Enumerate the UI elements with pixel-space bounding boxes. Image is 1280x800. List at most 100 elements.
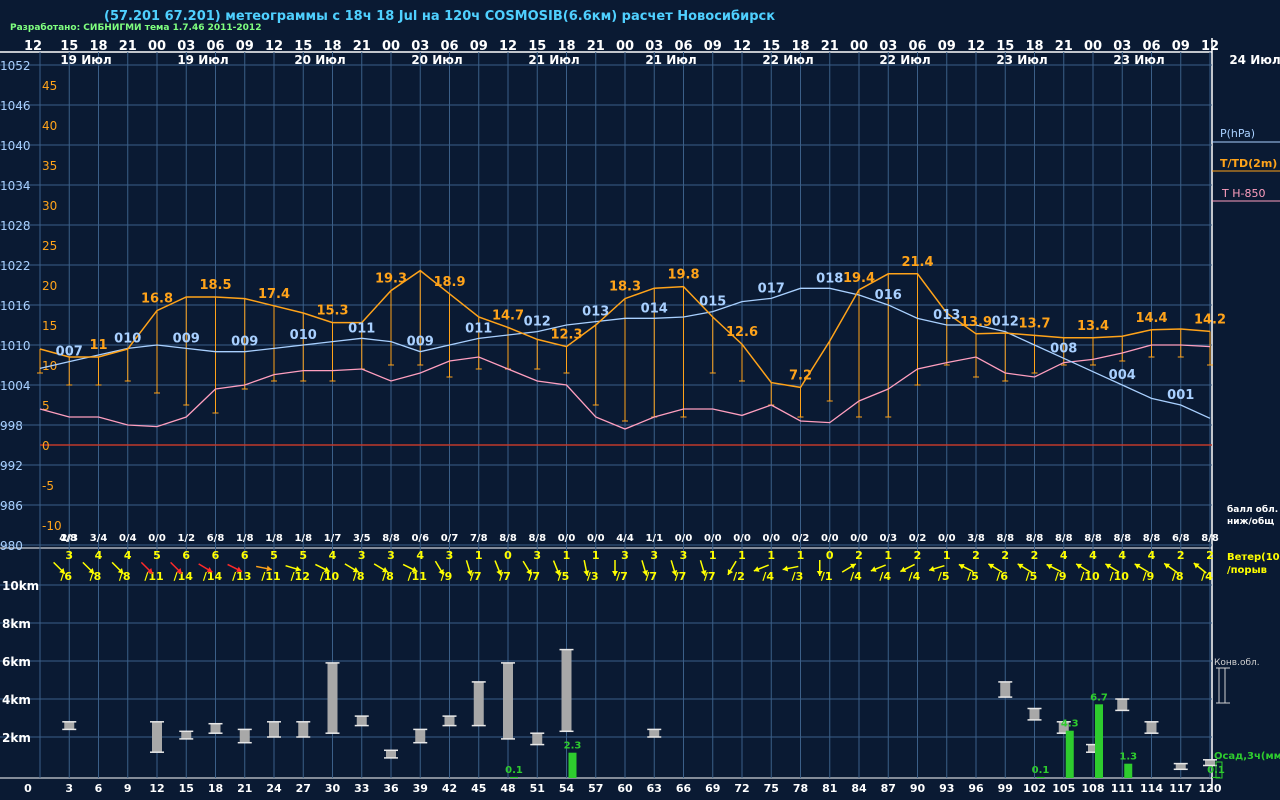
- top-hour-label: 06: [206, 39, 224, 54]
- legend-cloud-cover: балл обл.: [1227, 504, 1278, 515]
- cloud-layer-bar: [415, 729, 426, 743]
- height-tick-label: 4km: [2, 693, 31, 707]
- cloud-cover-value: 0/6: [411, 533, 429, 544]
- wind-speed-label: 3: [358, 549, 366, 562]
- top-hour-label: 15: [996, 39, 1014, 54]
- top-hour-label: 15: [762, 39, 780, 54]
- top-hour-label: 00: [148, 39, 166, 54]
- bottom-hour-label: 90: [910, 782, 926, 795]
- cloud-cover-value: 0/3: [879, 533, 897, 544]
- wind-speed-label: 4: [416, 549, 424, 562]
- meteogram-svg: (57.201 67.201) метеограммы с 18ч 18 Jul…: [0, 0, 1280, 800]
- bottom-hour-label: 99: [998, 782, 1013, 795]
- cloud-cover-value: 8/8: [499, 533, 517, 544]
- cloud-cover-value: 0/2: [792, 533, 810, 544]
- temperature-value-label: 12.6: [726, 325, 758, 340]
- wind-gust-label: /4: [1201, 570, 1213, 583]
- temperature-value-label: 13.9: [960, 315, 992, 330]
- wind-speed-label: 2: [855, 549, 863, 562]
- legend-t850: T H-850: [1221, 187, 1265, 200]
- pressure-value-label: 012: [524, 315, 551, 330]
- bottom-hour-label: 69: [705, 782, 720, 795]
- pressure-tick-label: 980: [0, 539, 23, 553]
- temperature-value-label: 18.9: [433, 275, 465, 290]
- temp-tick-label: -10: [42, 519, 62, 533]
- wind-speed-label: 0: [504, 549, 512, 562]
- cloud-layer-bar: [210, 723, 221, 734]
- cloud-cover-value: 0/4: [119, 533, 137, 544]
- top-hour-label: 21: [821, 39, 839, 54]
- wind-speed-label: 2: [1031, 549, 1039, 562]
- bottom-hour-label: 51: [530, 782, 545, 795]
- cloud-layer-bar: [152, 721, 162, 753]
- cloud-cover-value: 1/8: [236, 533, 254, 544]
- bottom-hour-label: 96: [968, 782, 984, 795]
- wind-speed-label: 3: [650, 549, 658, 562]
- bottom-hour-label: 75: [764, 782, 779, 795]
- legend-cloud-cover: ниж/общ: [1227, 516, 1274, 527]
- bottom-hour-label: 93: [939, 782, 954, 795]
- legend-precip: Осад,3ч(мм): [1214, 751, 1280, 762]
- wind-gust-label: /13: [232, 570, 251, 583]
- temperature-value-label: 15.3: [316, 304, 348, 319]
- cloud-cover-value: 0/0: [762, 533, 780, 544]
- wind-gust-label: /4: [879, 570, 891, 583]
- temp-tick-label: 40: [42, 119, 57, 133]
- cloud-cover-value: 0/0: [821, 533, 839, 544]
- precip-value-label: 6.7: [1090, 692, 1108, 703]
- wind-speed-label: 4: [1118, 549, 1126, 562]
- bottom-hour-label: 18: [208, 782, 223, 795]
- cloud-layer-bar: [1029, 708, 1040, 720]
- cloud-layer-bar: [298, 721, 309, 737]
- cloud-cover-value: 6/8: [207, 533, 225, 544]
- pressure-tick-label: 1010: [0, 339, 31, 353]
- cloud-cover-value: 1/1: [645, 533, 663, 544]
- wind-gust-label: /6: [996, 570, 1008, 583]
- temp-tick-label: 0: [42, 439, 50, 453]
- cloud-cover-value: 1/8: [294, 533, 312, 544]
- legend-convective: Конв.обл.: [1214, 658, 1260, 668]
- temperature-value-label: 18.3: [609, 280, 641, 295]
- bottom-hour-label: 66: [676, 782, 692, 795]
- top-hour-label: 06: [674, 39, 692, 54]
- top-hour-label: 18: [557, 39, 575, 54]
- date-label: 22 Июл: [879, 53, 930, 67]
- cloud-cover-value: 4/4: [616, 533, 634, 544]
- bottom-hour-label: 36: [383, 782, 399, 795]
- cloud-cover-value: 8/8: [1113, 533, 1131, 544]
- top-hour-label: 21: [587, 39, 605, 54]
- bottom-hour-label: 63: [647, 782, 662, 795]
- date-label: 20 Июл: [411, 53, 462, 67]
- bottom-hour-label: 3: [65, 782, 73, 795]
- top-hour-label: 12: [265, 39, 283, 54]
- cloud-cover-value: 8/8: [1055, 533, 1073, 544]
- wind-speed-label: 6: [241, 549, 249, 562]
- wind-gust-label: /11: [261, 570, 280, 583]
- cloud-cover-value: 3/5: [353, 533, 371, 544]
- bottom-hour-label: 21: [237, 782, 252, 795]
- pressure-tick-label: 998: [0, 419, 23, 433]
- pressure-value-label: 011: [465, 321, 492, 336]
- cloud-cover-value: 0/0: [675, 533, 693, 544]
- bottom-hour-label: 81: [822, 782, 837, 795]
- wind-speed-label: 3: [65, 549, 73, 562]
- temperature-value-label: 18.5: [199, 278, 231, 293]
- bottom-hour-label: 54: [559, 782, 575, 795]
- temperature-value-label: 14.7: [492, 308, 524, 323]
- bottom-hour-label: 12: [149, 782, 164, 795]
- top-hour-label: 00: [616, 39, 634, 54]
- temperature-value-label: 19.4: [843, 271, 875, 286]
- cloud-cover-value: 0/2: [909, 533, 927, 544]
- legend-wind: /порыв: [1227, 565, 1267, 576]
- cloud-layer-bar: [181, 731, 192, 739]
- cloud-cover-value: 1/7: [324, 533, 342, 544]
- wind-speed-label: 3: [533, 549, 541, 562]
- wind-gust-label: /10: [1080, 570, 1100, 583]
- top-hour-label: 00: [1084, 39, 1102, 54]
- temp-tick-label: -5: [42, 479, 54, 493]
- pressure-value-label: 001: [1167, 388, 1194, 403]
- bottom-hour-label: 108: [1082, 782, 1105, 795]
- top-hour-label: 12: [967, 39, 985, 54]
- top-hour-label: 00: [850, 39, 868, 54]
- temp-tick-label: 15: [42, 319, 57, 333]
